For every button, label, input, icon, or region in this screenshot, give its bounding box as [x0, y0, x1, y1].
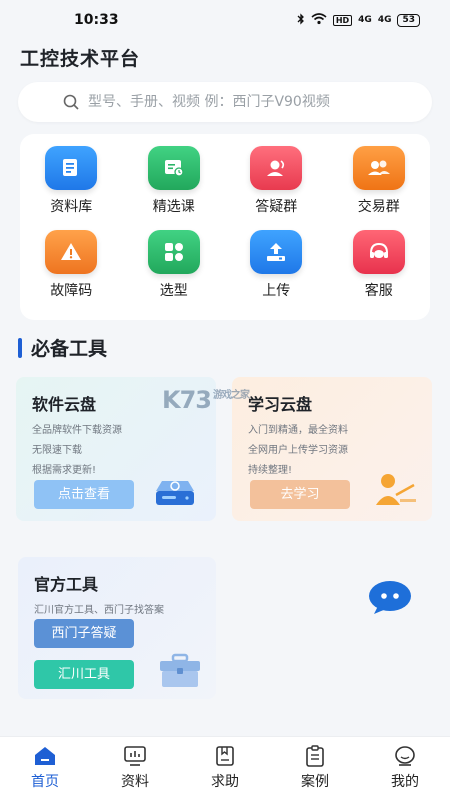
- card-line: 全品牌软件下载资源: [32, 425, 122, 436]
- tab-profile[interactable]: 我的: [370, 745, 440, 791]
- bottom-tab-bar: 首页 资料 求助 案例 我的: [0, 736, 450, 800]
- home-icon: [35, 747, 55, 765]
- teacher-icon: [376, 474, 416, 505]
- section-title: 必备工具: [31, 338, 108, 360]
- search-bar[interactable]: [18, 82, 432, 122]
- watermark-sub: 游戏之家: [213, 390, 250, 401]
- document-library-icon: [45, 146, 98, 190]
- tab-home[interactable]: 首页: [10, 745, 80, 791]
- grid-item-trade-group[interactable]: 交易群: [328, 146, 431, 230]
- tab-materials[interactable]: 资料: [100, 745, 170, 791]
- grid-label: 选型: [159, 283, 188, 299]
- search-icon: [63, 94, 79, 110]
- book-icon: [216, 746, 234, 766]
- grid-label: 精选课: [152, 199, 195, 215]
- grid-item-library[interactable]: 资料库: [20, 146, 123, 230]
- tab-label: 求助: [211, 774, 239, 790]
- tab-label: 首页: [31, 774, 59, 790]
- grid-item-selection[interactable]: 选型: [123, 230, 226, 314]
- selection-grid-icon: [147, 230, 200, 274]
- card-title: 官方工具: [34, 575, 99, 594]
- signal-icon-2: 4G: [377, 15, 392, 25]
- hd-badge: HD: [332, 14, 353, 26]
- bluetooth-icon: [297, 12, 305, 28]
- battery-icon: 53: [397, 13, 420, 27]
- study-cloud-card[interactable]: 学习云盘 入门到精通，最全资料 全网用户上传学习资源 持续整理! 去学习: [232, 377, 432, 521]
- tab-label: 案例: [301, 774, 329, 790]
- section-heading: 必备工具: [18, 334, 107, 361]
- official-tools-card: 官方工具 汇川官方工具、西门子找答案 西门子答疑 汇川工具: [18, 557, 216, 699]
- qa-group-icon: [250, 146, 303, 190]
- quick-access-grid: 资料库 精选课 答疑群 交易群 故障码 选型 上传 客服: [20, 134, 430, 320]
- course-board-icon: [147, 146, 200, 190]
- view-button[interactable]: 点击查看: [34, 480, 134, 509]
- tab-label: 资料: [121, 774, 149, 790]
- grid-item-qa-group[interactable]: 答疑群: [225, 146, 328, 230]
- section-accent-bar: [18, 337, 22, 358]
- search-input[interactable]: [88, 94, 428, 110]
- inovance-tools-button[interactable]: 汇川工具: [34, 660, 134, 689]
- grid-label: 资料库: [50, 199, 93, 215]
- grid-item-courses[interactable]: 精选课: [123, 146, 226, 230]
- grid-item-upload[interactable]: 上传: [225, 230, 328, 314]
- grid-item-fault-code[interactable]: 故障码: [20, 230, 123, 314]
- trade-group-icon: [352, 146, 405, 190]
- customer-service-icon: [352, 230, 405, 274]
- grid-item-customer-service[interactable]: 客服: [328, 230, 431, 314]
- wifi-icon: [311, 12, 327, 28]
- watermark-text: K73: [162, 386, 212, 414]
- card-line: 入门到精通，最全资料: [248, 425, 348, 436]
- card-title: 学习云盘: [248, 395, 313, 414]
- tab-help[interactable]: 求助: [190, 745, 260, 791]
- status-icons: HD 4G 4G 53: [297, 12, 420, 28]
- status-time: 10:33: [74, 12, 119, 28]
- card-line: 无限速下载: [32, 445, 82, 456]
- page-title: 工控技术平台: [20, 48, 141, 70]
- tab-cases[interactable]: 案例: [280, 745, 350, 791]
- grid-label: 交易群: [357, 199, 400, 215]
- study-button[interactable]: 去学习: [250, 480, 350, 509]
- warning-triangle-icon: [45, 230, 98, 274]
- grid-label: 客服: [364, 283, 393, 299]
- grid-label: 故障码: [50, 283, 93, 299]
- watermark-logo: K73 游戏之家: [162, 386, 250, 414]
- signal-icon: 4G: [358, 15, 372, 25]
- tab-label: 我的: [391, 774, 419, 790]
- grid-label: 答疑群: [255, 199, 298, 215]
- upload-icon: [250, 230, 303, 274]
- grid-label: 上传: [262, 283, 291, 299]
- siemens-qa-button[interactable]: 西门子答疑: [34, 619, 134, 648]
- clipboard-icon: [306, 745, 324, 767]
- monitor-chart-icon: [124, 746, 146, 766]
- card-line: 根据需求更新!: [32, 465, 97, 476]
- cloud-drive-icon: [156, 481, 194, 505]
- card-subtitle: 汇川官方工具、西门子找答案: [34, 605, 164, 616]
- status-bar: 10:33 HD 4G 4G 53: [0, 0, 450, 40]
- chat-bubble-icon[interactable]: [368, 580, 412, 616]
- card-line: 全网用户上传学习资源: [248, 445, 348, 456]
- profile-face-icon: [395, 746, 415, 766]
- toolbox-icon: [160, 653, 200, 687]
